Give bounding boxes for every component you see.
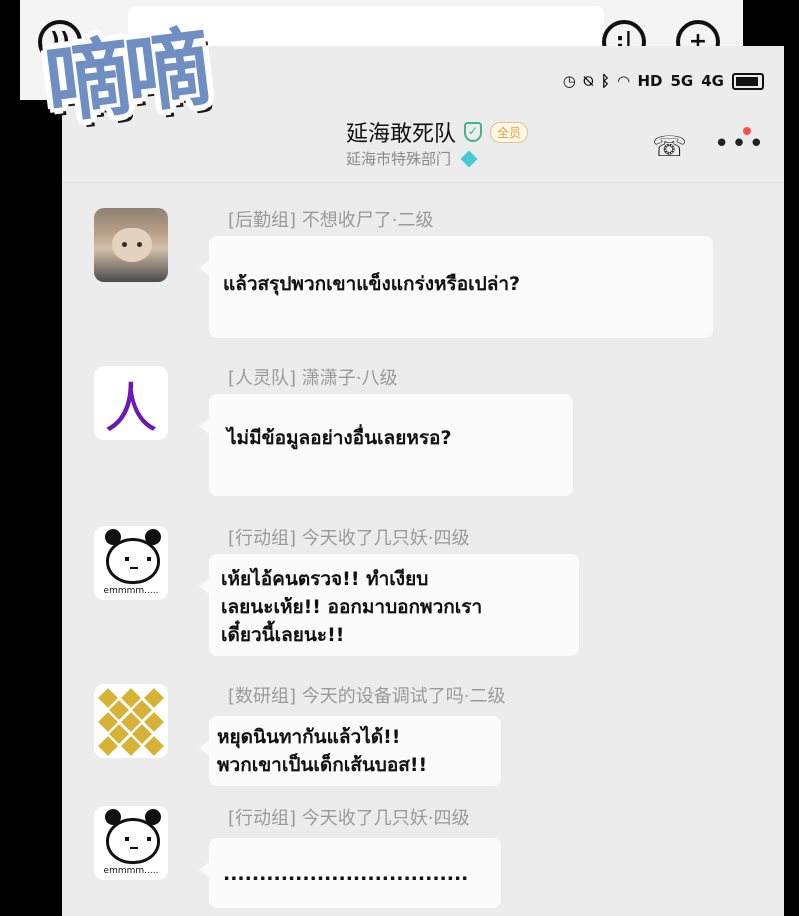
message-bubble[interactable]: ..................................	[199, 838, 501, 908]
battery-icon	[732, 72, 764, 90]
alarm-icon: ◷	[562, 72, 576, 90]
panda-eyes-icon	[125, 837, 151, 841]
4g-signal-icon: 4G	[701, 72, 724, 90]
group-description: 延海市特殊部门	[346, 150, 452, 168]
cat-avatar[interactable]	[94, 208, 168, 282]
bluetooth-icon: ᛒ	[600, 72, 610, 90]
message-text: ..................................	[223, 863, 469, 885]
5g-signal-icon: 5G	[670, 72, 694, 90]
member-badge: 全员	[490, 121, 529, 143]
panda-eyes-icon	[125, 557, 151, 561]
panda-meme-avatar[interactable]: emmmm.....	[94, 806, 168, 880]
message-text: เห้ยไอ้คนตรวจ!! ทำเงียบ เลยนะเห้ย!! ออกม…	[221, 568, 483, 646]
phone-video-icon[interactable]: ☏	[652, 130, 687, 164]
verified-icon: ✓	[464, 122, 483, 142]
sender-meta: [后勤组] 不想收尸了·二级	[228, 210, 434, 231]
cat-face-icon	[112, 228, 152, 262]
panda-mouth-icon	[130, 847, 138, 849]
sound-effect-text: 嘀嘀	[39, 17, 211, 137]
more-icon[interactable]: •••	[714, 130, 764, 164]
wifi-icon: ◜◝	[617, 72, 630, 90]
notification-dot	[743, 127, 751, 135]
panda-face-icon	[105, 529, 161, 584]
person-character-avatar[interactable]: 人	[94, 366, 168, 440]
sender-meta: [行动组] 今天收了几只妖·四级	[228, 528, 470, 549]
message-text: แล้วสรุปพวกเขาแข็งแกร่งหรือเปล่า?	[223, 273, 521, 295]
sender-meta: [人灵队] 潇潇子·八级	[228, 368, 398, 389]
chat-title-row: 延海敢死队 ✓ 全员	[346, 116, 529, 148]
message-text: ไม่มีข้อมูลอย่างอื่นเลยหรอ?	[227, 427, 452, 449]
group-name: 延海敢死队	[346, 122, 457, 147]
message-bubble[interactable]: หยุดนินทากันแล้วได้!! พวกเขาเป็นเด็กเส้น…	[199, 716, 501, 786]
chat-screen: ◷ ⍉ ᛒ ◜◝ HD 5G 4G 延海敢死队 ✓ 全员 延海市特殊部门 ☏ •…	[62, 46, 784, 916]
diamond-icon	[460, 150, 478, 167]
sender-meta: [行动组] 今天收了几只妖·四级	[228, 808, 470, 829]
panda-mouth-icon	[130, 567, 138, 569]
diamond-shape	[144, 736, 164, 756]
chat-subtitle-row: 延海市特殊部门	[346, 148, 478, 169]
yellow-diamond-pattern-avatar[interactable]	[94, 684, 168, 758]
message-text: หยุดนินทากันแล้วได้!! พวกเขาเป็นเด็กเส้น…	[217, 726, 428, 776]
hd-icon: HD	[637, 72, 663, 90]
avatar-caption: emmmm.....	[103, 866, 159, 876]
status-bar: ◷ ⍉ ᛒ ◜◝ HD 5G 4G	[563, 66, 764, 96]
avatar-caption: emmmm.....	[103, 586, 159, 596]
panda-meme-avatar[interactable]: emmmm.....	[94, 526, 168, 600]
panda-face-icon	[105, 809, 161, 864]
message-bubble[interactable]: แล้วสรุปพวกเขาแข็งแกร่งหรือเปล่า?	[199, 236, 713, 338]
message-bubble[interactable]: เห้ยไอ้คนตรวจ!! ทำเงียบ เลยนะเห้ย!! ออกม…	[199, 554, 579, 656]
message-bubble[interactable]: ไม่มีข้อมูลอย่างอื่นเลยหรอ?	[199, 394, 573, 496]
sender-meta: [数研组] 今天的设备调试了吗·二级	[228, 686, 506, 707]
mute-icon: ⍉	[583, 72, 593, 90]
